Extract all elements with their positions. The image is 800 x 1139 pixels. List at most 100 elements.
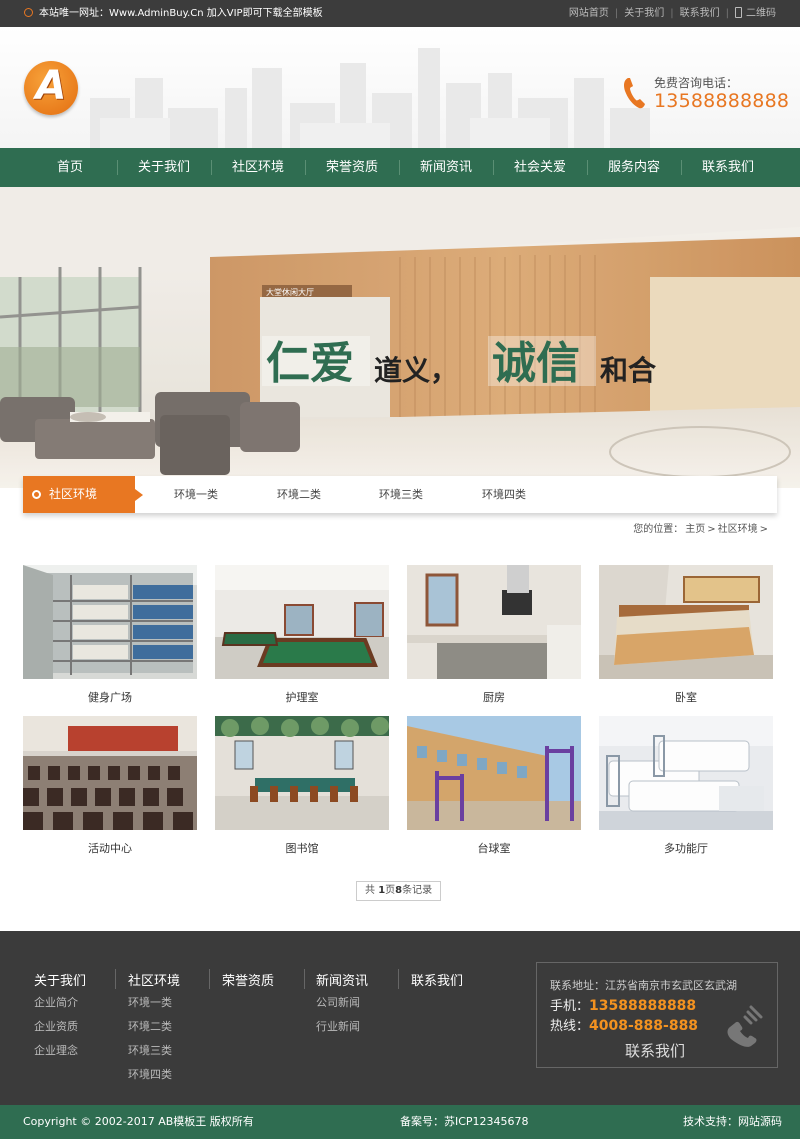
footer-column-title[interactable]: 关于我们 [34,970,86,989]
pager-suffix: 条记录 [402,885,433,896]
outdoor-fitness-photo[interactable] [407,716,581,830]
footer-column-title[interactable]: 荣誉资质 [222,970,274,989]
footer-column-title[interactable]: 社区环境 [128,970,180,989]
hotline: 免费咨询电话： 13588888888 [622,74,789,118]
footer-divider [209,969,210,989]
top-bar: 本站唯一网址：Www.AdminBuy.Cn 加入VIP即可下载全部模板 网站首… [0,0,800,27]
tech-support-link[interactable]: 技术支持：网站源码 [683,1105,782,1139]
contact-us-link[interactable]: 联系我们 [625,1040,685,1061]
gallery-caption[interactable]: 厨房 [407,689,581,705]
footer-link[interactable]: 企业简介 [34,994,86,1012]
copyright-bar: Copyright © 2002-2017 AB模板王 版权所有 备案号：苏IC… [0,1105,800,1139]
footer-link[interactable]: 环境二类 [128,1018,180,1036]
notch-arrow-icon [135,489,143,501]
notice-icon [24,8,33,17]
contact-hotline: 热线：4008-888-888 [550,1015,698,1034]
circle-icon [32,490,41,499]
breadcrumb-separator: > [759,524,768,535]
subnav-item-2[interactable]: 环境二类 [277,476,321,513]
site-header: A 免费咨询电话： 13588888888 [0,27,800,148]
hotline-label: 免费咨询电话： [654,76,739,90]
hero-banner: 大堂休闲大厅 仁爱 道义， 诚信 和合 [0,187,800,488]
site-notice: 本站唯一网址：Www.AdminBuy.Cn 加入VIP即可下载全部模板 [24,0,323,27]
slogan-calligraphy: 仁爱 道义， 诚信 和合 [262,336,657,389]
gallery-caption[interactable]: 活动中心 [23,840,197,856]
top-link-qrcode[interactable]: 二维码 [746,8,776,19]
gallery-caption[interactable]: 护理室 [215,689,389,705]
telephone-handset-icon [727,1005,763,1047]
subnav-item-1[interactable]: 环境一类 [174,476,218,513]
breadcrumb-separator: > [707,524,716,535]
footer-divider [115,969,116,989]
footer-link[interactable]: 行业新闻 [316,1018,368,1036]
contact-mobile-number: 13588888888 [589,998,697,1014]
footer-link[interactable]: 环境一类 [128,994,180,1012]
meeting-hall-photo[interactable] [23,716,197,830]
footer-divider [398,969,399,989]
slogan-text-2: 道义， [374,354,458,387]
copyright-text: Copyright © 2002-2017 AB模板王 版权所有 [23,1115,254,1128]
gallery-caption[interactable]: 多功能厅 [599,840,773,856]
nav-item-environment[interactable]: 社区环境 [211,148,305,187]
footer-column-title[interactable]: 新闻资讯 [316,970,368,989]
ward-photo[interactable] [599,716,773,830]
gallery-caption[interactable]: 卧室 [599,689,773,705]
logo-letter: A [35,63,67,109]
icp-record[interactable]: 备案号：苏ICP12345678 [400,1105,529,1139]
gallery-caption[interactable]: 图书馆 [215,840,389,856]
nav-item-home[interactable]: 首页 [23,148,117,187]
top-link-home[interactable]: 网站首页 [569,8,609,19]
nav-item-news[interactable]: 新闻资讯 [399,148,493,187]
pager-prefix: 共 [365,885,379,896]
bedroom-photo[interactable] [599,565,773,679]
footer-column-environment: 社区环境 环境一类 环境二类 环境三类 环境四类 [128,970,180,1084]
footer-link[interactable]: 公司新闻 [316,994,368,1012]
billiard-room-photo[interactable] [215,565,389,679]
hotline-number: 13588888888 [654,90,790,112]
top-link-about[interactable]: 关于我们 [624,8,664,19]
footer-column-title[interactable]: 联系我们 [411,970,463,989]
contact-mobile: 手机：13588888888 [550,995,696,1014]
subnav-current[interactable]: 社区环境 [23,476,143,513]
separator: | [670,8,674,19]
subnav-current-label: 社区环境 [49,487,98,501]
footer-link[interactable]: 企业资质 [34,1018,86,1036]
contact-hotline-label: 热线： [550,1019,590,1034]
top-links: 网站首页 | 关于我们 | 联系我们 | 二维码 [569,0,776,27]
breadcrumb-current[interactable]: 社区环境 [718,524,758,535]
separator: | [725,8,729,19]
subnav-item-4[interactable]: 环境四类 [482,476,526,513]
footer-column-about: 关于我们 企业简介 企业资质 企业理念 [34,970,86,1060]
subnav-item-3[interactable]: 环境三类 [379,476,423,513]
breadcrumb-home[interactable]: 主页 [685,524,705,535]
breadcrumb-label: 您的位置： [633,524,684,535]
footer-divider [304,969,305,989]
nav-item-contact[interactable]: 联系我们 [681,148,775,187]
nav-item-services[interactable]: 服务内容 [587,148,681,187]
nav-item-care[interactable]: 社会关爱 [493,148,587,187]
slogan-text-4: 和合 [600,354,657,387]
footer-link[interactable]: 环境三类 [128,1042,180,1060]
contact-mobile-label: 手机： [550,999,590,1014]
footer-column-news: 新闻资讯 公司新闻 行业新闻 [316,970,368,1036]
main-nav: 首页 关于我们 社区环境 荣誉资质 新闻资讯 社会关爱 服务内容 联系我们 [0,148,800,187]
site-notice-text: 本站唯一网址：Www.AdminBuy.Cn 加入VIP即可下载全部模板 [39,8,323,19]
breadcrumb: 您的位置： 主页 > 社区环境 > [633,520,770,535]
contact-address: 联系地址：江苏省南京市玄武区玄武湖 [550,979,737,992]
nav-item-honors[interactable]: 荣誉资质 [305,148,399,187]
contact-box: 联系地址：江苏省南京市玄武区玄武湖 手机：13588888888 热线：4008… [536,962,778,1068]
gallery-caption[interactable]: 台球室 [407,840,581,856]
slogan-text-3: 诚信 [492,338,580,389]
dining-room-photo[interactable] [215,716,389,830]
pagination: 共 1页8条记录 [356,881,442,901]
gallery-caption[interactable]: 健身广场 [23,689,197,705]
nav-item-about[interactable]: 关于我们 [117,148,211,187]
mobile-phone-icon [735,7,742,18]
kitchen-photo[interactable] [407,565,581,679]
footer-link[interactable]: 企业理念 [34,1042,86,1060]
site-logo[interactable]: A [24,61,78,115]
top-link-contact[interactable]: 联系我们 [680,8,720,19]
bookshelf-photo[interactable] [23,565,197,679]
phone-icon [624,78,645,109]
footer-link[interactable]: 环境四类 [128,1066,180,1084]
